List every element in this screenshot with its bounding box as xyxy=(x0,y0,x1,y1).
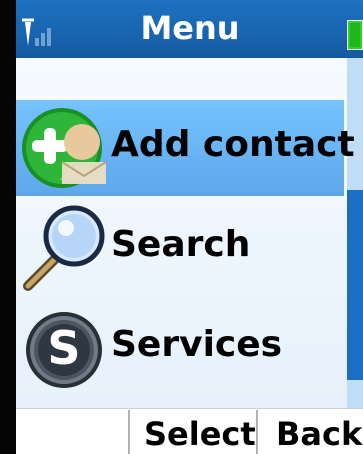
menu-item-label: Search xyxy=(111,224,251,265)
battery-icon xyxy=(347,20,363,50)
svg-text:S: S xyxy=(47,321,80,375)
menu-item-label: Add contact xyxy=(111,124,355,165)
add-contact-icon xyxy=(22,108,107,188)
menu-item-add-contact[interactable]: Add contact xyxy=(16,100,355,196)
softkey-divider xyxy=(128,410,130,454)
screen-bezel xyxy=(0,0,16,454)
softkey-divider xyxy=(256,410,258,454)
page-title: Menu xyxy=(140,9,240,47)
phone-screen: Menu Add contact Search S Services Selec… xyxy=(0,0,363,454)
search-icon xyxy=(23,205,105,291)
menu-item-label: Services xyxy=(111,324,283,365)
select-button[interactable]: Select xyxy=(144,418,256,450)
signal-strength-icon xyxy=(22,18,51,46)
back-button[interactable]: Back xyxy=(276,418,362,450)
menu-item-search[interactable]: Search xyxy=(16,200,344,296)
scrollbar-thumb[interactable] xyxy=(347,190,363,380)
skype-icon: S xyxy=(26,312,102,388)
menu-item-services[interactable]: S Services xyxy=(16,300,344,396)
